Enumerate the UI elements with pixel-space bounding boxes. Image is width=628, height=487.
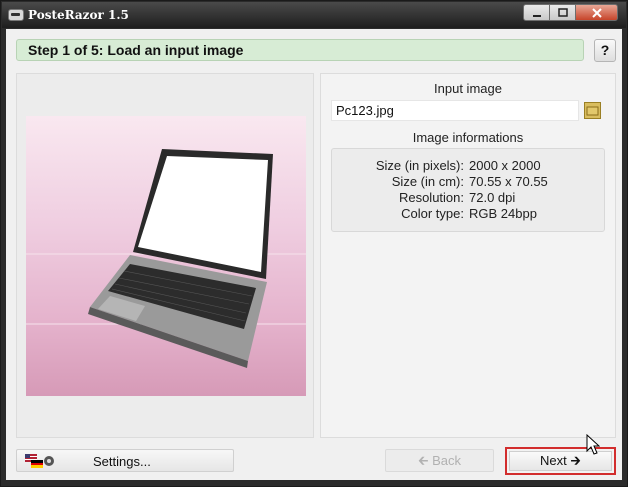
info-label: Size (in cm): bbox=[391, 174, 464, 189]
next-label: Next bbox=[540, 453, 567, 468]
info-label: Resolution: bbox=[398, 190, 464, 205]
client-area: Step 1 of 5: Load an input image ? Input… bbox=[6, 29, 622, 480]
step-title: Step 1 of 5: Load an input image bbox=[16, 39, 584, 61]
info-value: 70.55 x 70.55 bbox=[469, 174, 548, 189]
back-label: Back bbox=[432, 453, 462, 468]
title-bar[interactable]: PosteRazor 1.5 bbox=[2, 2, 626, 28]
folder-icon bbox=[586, 106, 599, 116]
info-value: 2000 x 2000 bbox=[469, 158, 541, 173]
back-arrow-icon: 🡰 bbox=[417, 453, 429, 468]
info-row-size-cm: Size (in cm): 70.55 x 70.55 bbox=[332, 174, 604, 190]
settings-label: Settings... bbox=[93, 454, 151, 469]
caption-buttons bbox=[523, 4, 618, 22]
close-icon bbox=[591, 7, 602, 18]
window-title: PosteRazor 1.5 bbox=[28, 8, 129, 22]
input-image-heading: Input image bbox=[434, 81, 502, 96]
info-label: Color type: bbox=[401, 206, 464, 221]
info-value: 72.0 dpi bbox=[469, 190, 516, 205]
settings-button[interactable]: Settings... bbox=[16, 449, 234, 472]
app-icon bbox=[8, 9, 24, 21]
image-info-box: Size (in pixels): 2000 x 2000 Size (in c… bbox=[331, 148, 605, 232]
browse-button[interactable] bbox=[584, 102, 601, 119]
close-button[interactable] bbox=[575, 4, 618, 21]
preview-image bbox=[26, 116, 306, 396]
info-row-color-type: Color type: RGB 24bpp bbox=[332, 206, 604, 222]
help-button[interactable]: ? bbox=[594, 39, 616, 62]
info-label: Size (in pixels): bbox=[375, 158, 464, 173]
info-row-resolution: Resolution: 72.0 dpi bbox=[332, 190, 604, 206]
minimize-button[interactable] bbox=[523, 4, 550, 21]
info-row-size-pixels: Size (in pixels): 2000 x 2000 bbox=[332, 158, 604, 174]
back-button[interactable]: 🡰 Back bbox=[385, 449, 494, 472]
laptop-picture bbox=[26, 149, 306, 368]
image-preview-panel bbox=[16, 73, 314, 438]
minimize-icon bbox=[532, 14, 541, 17]
mouse-cursor-icon bbox=[586, 434, 600, 455]
maximize-icon bbox=[557, 7, 568, 17]
image-info-heading: Image informations bbox=[412, 130, 524, 145]
main-window: PosteRazor 1.5 Step 1 of 5: Load an inpu… bbox=[0, 0, 628, 487]
info-value: RGB 24bpp bbox=[469, 206, 537, 221]
input-file-field[interactable]: Pc123.jpg bbox=[331, 100, 579, 121]
language-flags-icon bbox=[25, 454, 54, 468]
next-arrow-icon: 🡲 bbox=[570, 453, 581, 468]
maximize-button[interactable] bbox=[549, 4, 576, 21]
input-info-panel: Input image Pc123.jpg Image informations… bbox=[320, 73, 616, 438]
